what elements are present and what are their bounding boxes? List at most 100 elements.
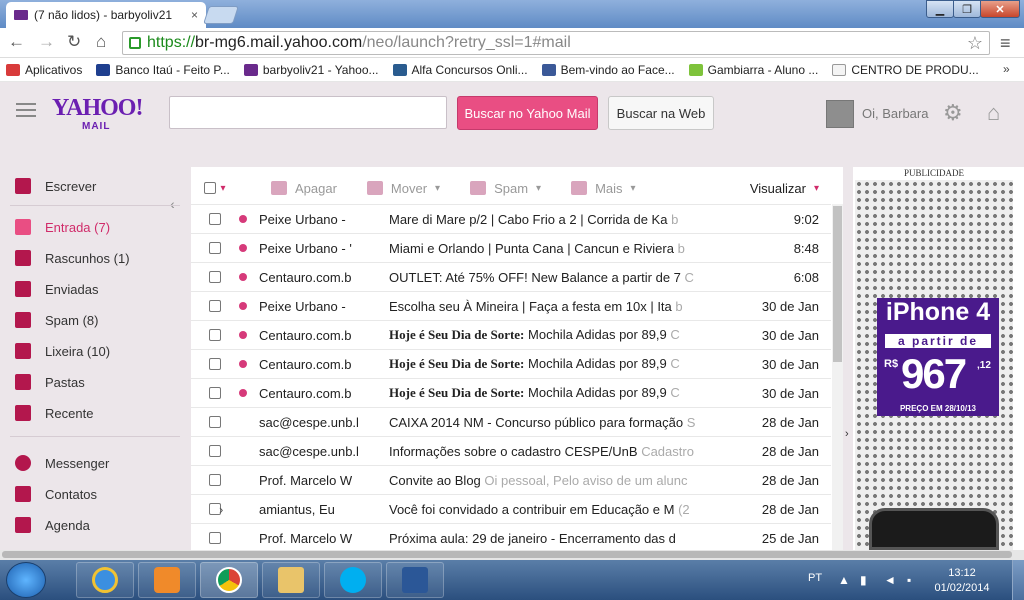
search-mail-button[interactable]: Buscar no Yahoo Mail	[457, 96, 598, 130]
bookmarks-overflow-button[interactable]: »	[1003, 62, 1010, 76]
select-all-checkbox[interactable]	[204, 182, 217, 194]
row-select[interactable]	[191, 416, 239, 428]
forward-icon[interactable]: →	[38, 32, 55, 52]
sidebar-item-recent[interactable]: Recente	[15, 403, 93, 423]
row-select[interactable]	[191, 271, 239, 283]
delete-button[interactable]: Apagar	[271, 181, 337, 196]
ad-expand-icon[interactable]: ›	[845, 428, 849, 440]
table-row[interactable]: › amiantus, Eu Você foi convidado a contri…	[191, 494, 831, 523]
mail-search-input[interactable]	[169, 96, 447, 129]
sidebar-item-messenger[interactable]: Messenger	[15, 453, 109, 473]
sidebar-item-drafts[interactable]: Rascunhos (1)	[15, 248, 130, 268]
user-greeting[interactable]: Oi, Barbara	[862, 106, 928, 121]
row-select[interactable]	[191, 474, 239, 486]
table-row[interactable]: Centauro.com.b Hoje é Seu Dia de Sorte: M…	[191, 320, 831, 349]
bookmark-item[interactable]: Bem-vindo ao Face...	[541, 63, 675, 77]
minimize-button[interactable]: ▁	[926, 0, 954, 18]
sidebar-item-sent[interactable]: Enviadas	[15, 279, 98, 299]
bookmark-item[interactable]: Banco Itaú - Feito P...	[96, 63, 230, 77]
chevron-down-icon[interactable]: ▾	[220, 183, 225, 194]
yahoo-logo[interactable]: YAHOO!	[52, 95, 143, 122]
page-horizontal-scrollbar-thumb[interactable]	[2, 551, 1012, 558]
taskbar-explorer[interactable]	[262, 562, 320, 598]
move-button[interactable]: Mover ▾	[366, 181, 440, 196]
sidebar-item-calendar[interactable]: Agenda	[15, 515, 90, 535]
row-checkbox[interactable]	[209, 358, 221, 370]
hamburger-menu-icon[interactable]	[16, 103, 36, 121]
spam-button[interactable]: Spam ▾	[470, 181, 541, 196]
new-tab-button[interactable]	[203, 6, 239, 24]
compose-button[interactable]: Escrever	[15, 176, 96, 196]
table-row[interactable]: Centauro.com.b OUTLET: Até 75% OFF! New B…	[191, 262, 831, 291]
reload-icon[interactable]: ↻	[67, 32, 81, 52]
row-select[interactable]	[191, 387, 239, 399]
sidebar-item-folders[interactable]: Pastas	[15, 372, 85, 392]
home-icon[interactable]: ⌂	[987, 100, 1000, 126]
collapse-sidebar-icon[interactable]: ‹	[170, 196, 175, 212]
bookmark-item[interactable]: Alfa Concursos Onli...	[392, 63, 528, 77]
table-row[interactable]: Peixe Urbano - Escolha seu À Mineira | Fa…	[191, 291, 831, 320]
row-select[interactable]	[191, 300, 239, 312]
search-web-button[interactable]: Buscar na Web	[608, 96, 714, 130]
sidebar-item-trash[interactable]: Lixeira (10)	[15, 341, 110, 361]
table-row[interactable]: Prof. Marcelo W Próxima aula: 29 de janei…	[191, 523, 831, 552]
bookmark-item[interactable]: CENTRO DE PRODU...	[832, 63, 979, 77]
power-icon[interactable]: ▪	[907, 573, 911, 587]
sidebar-item-spam[interactable]: Spam (8)	[15, 310, 98, 330]
row-checkbox[interactable]	[209, 387, 221, 399]
chrome-menu-icon[interactable]: ≡	[1000, 33, 1011, 54]
browser-tab[interactable]: (7 não lidos) - barbyoliv21 ×	[6, 2, 206, 28]
tab-close-icon[interactable]: ×	[191, 8, 198, 22]
network-icon[interactable]: ▮	[860, 573, 867, 587]
close-window-button[interactable]: ✕	[980, 0, 1020, 18]
taskbar-skype[interactable]	[324, 562, 382, 598]
bookmark-item[interactable]: Aplicativos	[6, 63, 82, 77]
sidebar-item-inbox[interactable]: Entrada (7)	[15, 217, 110, 237]
select-all[interactable]: ▾	[191, 182, 239, 194]
row-select[interactable]	[191, 358, 239, 370]
table-row[interactable]: Peixe Urbano - Mare di Mare p/2 | Cabo Fr…	[191, 204, 831, 233]
table-row[interactable]: Centauro.com.b Hoje é Seu Dia de Sorte: M…	[191, 349, 831, 378]
language-indicator[interactable]: PT	[808, 572, 822, 584]
row-select[interactable]	[191, 532, 239, 544]
taskbar-chrome[interactable]	[200, 562, 258, 598]
row-checkbox[interactable]	[209, 300, 221, 312]
bookmark-item[interactable]: Gambiarra - Aluno ...	[688, 63, 818, 77]
message-list-scrollbar-thumb[interactable]	[833, 206, 842, 362]
row-select[interactable]	[191, 213, 239, 225]
sidebar-item-contacts[interactable]: Contatos	[15, 484, 97, 504]
taskbar-media-player[interactable]	[138, 562, 196, 598]
row-checkbox[interactable]	[209, 329, 221, 341]
avatar[interactable]	[826, 100, 854, 128]
table-row[interactable]: sac@cespe.unb.l Informações sobre o cadas…	[191, 436, 831, 465]
row-checkbox[interactable]	[209, 532, 221, 544]
home-icon[interactable]: ⌂	[96, 32, 106, 52]
row-checkbox[interactable]	[209, 416, 221, 428]
row-select[interactable]	[191, 329, 239, 341]
gear-icon[interactable]: ⚙	[943, 100, 963, 126]
more-button[interactable]: Mais ▾	[571, 181, 636, 196]
tray-arrow-icon[interactable]: ▲	[838, 573, 850, 587]
bookmark-item[interactable]: barbyoliv21 - Yahoo...	[243, 63, 379, 77]
row-checkbox[interactable]	[209, 213, 221, 225]
volume-icon[interactable]: ◄	[884, 573, 896, 587]
row-checkbox[interactable]	[209, 242, 221, 254]
taskbar-word[interactable]	[386, 562, 444, 598]
row-select[interactable]	[191, 445, 239, 457]
bookmark-star-icon[interactable]: ☆	[967, 33, 983, 54]
table-row[interactable]: sac@cespe.unb.l CAIXA 2014 NM - Concurso …	[191, 407, 831, 436]
row-checkbox[interactable]	[209, 445, 221, 457]
row-checkbox[interactable]	[209, 271, 221, 283]
maximize-button[interactable]: ❐	[953, 0, 981, 18]
table-row[interactable]: Peixe Urbano - ' Miami e Orlando | Punta …	[191, 233, 831, 262]
show-desktop-button[interactable]	[1012, 560, 1024, 600]
table-row[interactable]: Prof. Marcelo W Convite ao Blog Oi pessoa…	[191, 465, 831, 494]
address-bar[interactable]: https://br-mg6.mail.yahoo.com/neo/launch…	[122, 31, 990, 55]
taskbar-clock[interactable]: 13:12 01/02/2014	[934, 566, 990, 596]
taskbar-internet-explorer[interactable]	[76, 562, 134, 598]
thread-expand-icon[interactable]: ›	[219, 502, 239, 517]
windows-start-button[interactable]	[6, 562, 46, 598]
row-select[interactable]	[191, 242, 239, 254]
back-icon[interactable]: ←	[8, 32, 25, 52]
table-row[interactable]: Centauro.com.b Hoje é Seu Dia de Sorte: M…	[191, 378, 831, 407]
